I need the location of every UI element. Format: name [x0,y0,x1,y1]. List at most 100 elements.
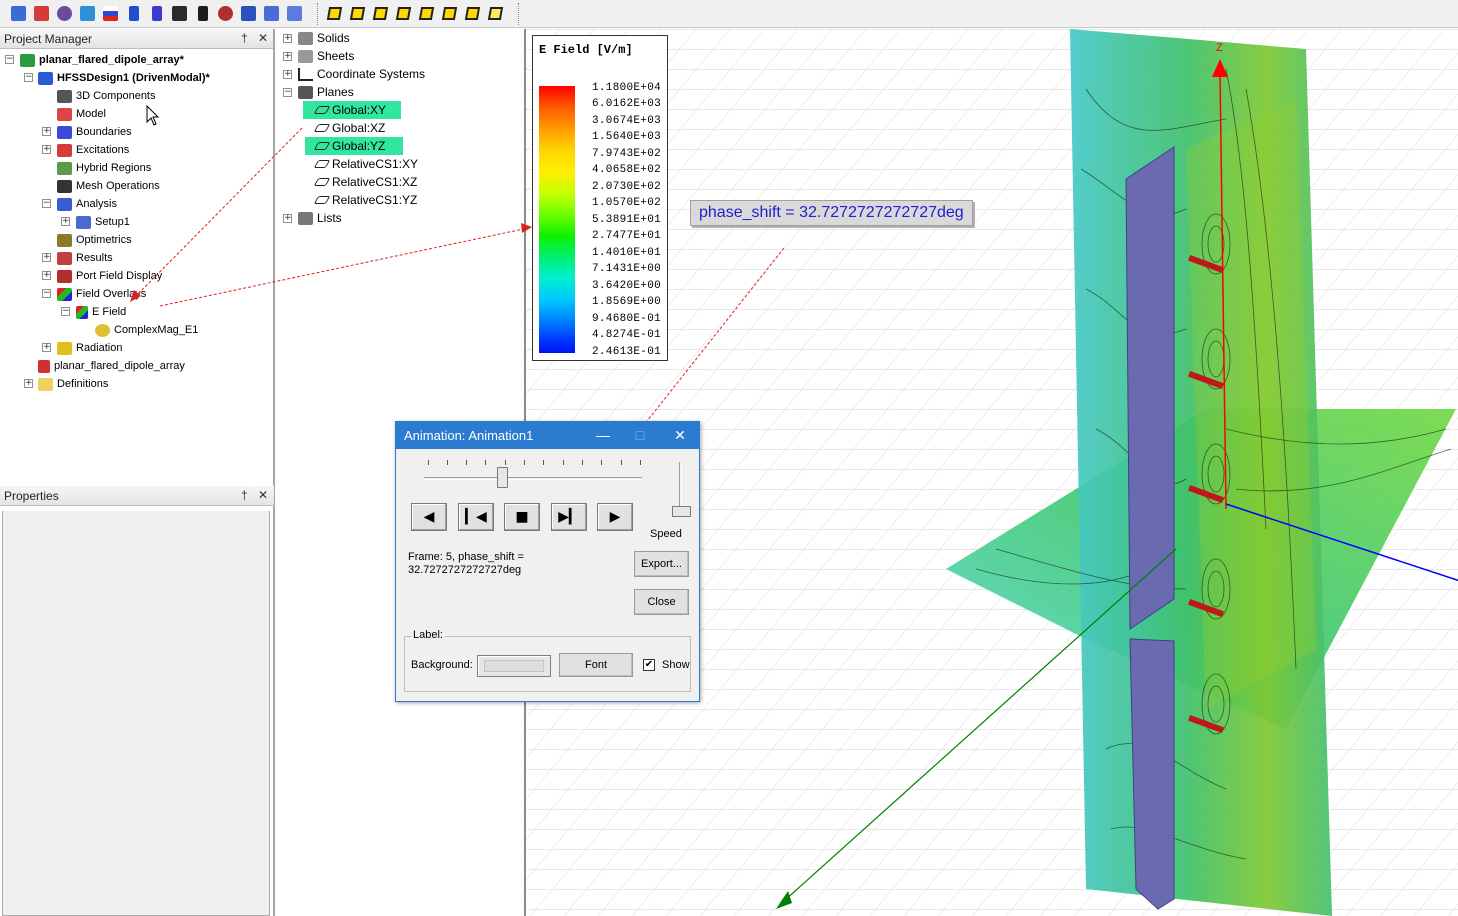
frame-slider-track[interactable] [424,477,642,480]
tree-item-hybrid-regions[interactable]: Hybrid Regions [57,159,151,177]
tree-item-mesh-operations[interactable]: Mesh Operations [57,177,160,195]
dialog-titlebar[interactable]: Animation: Animation1 — □ ✕ [396,422,699,449]
port-icon[interactable] [123,3,144,24]
field-legend[interactable]: E Field [V/m] 1.1800E+04 6.0162E+03 3.06… [532,35,668,361]
box-view-4-icon[interactable] [393,3,414,24]
tree-item-relativecs1-xz[interactable]: RelativeCS1:XZ [313,173,417,191]
frame-slider-thumb[interactable] [497,467,509,488]
expand-icon[interactable]: + [61,217,70,226]
tree-item-definitions[interactable]: Definitions [38,375,108,393]
tree-item-global-yz[interactable]: Global:YZ [305,137,403,155]
box-view-7-icon[interactable] [462,3,483,24]
overlay-2-icon[interactable] [284,3,305,24]
mesh-icon[interactable] [100,3,121,24]
project-manager-title: Project Manager [4,31,93,46]
collapse-icon[interactable]: − [283,88,292,97]
tree-item-pdf[interactable]: planar_flared_dipole_array [38,357,185,375]
background-color-button[interactable] [477,655,551,677]
tree-item-3d-components[interactable]: 3D Components [57,87,156,105]
speed-slider-thumb[interactable] [672,506,691,518]
tree-item-coordinate-systems[interactable]: Coordinate Systems [298,65,425,83]
close-icon[interactable]: ✕ [258,31,268,45]
cursor-icon [146,105,160,126]
tree-item-analysis[interactable]: Analysis [57,195,117,213]
box-view-1-icon[interactable] [324,3,345,24]
expand-icon[interactable]: + [42,271,51,280]
tree-item-solids[interactable]: Solids [298,29,350,47]
box-view-8-icon[interactable] [485,3,506,24]
tree-item-lists[interactable]: Lists [298,209,342,227]
tree-item-results[interactable]: Results [57,249,113,267]
tree-item-global-xz[interactable]: Global:XZ [313,119,385,137]
plot-icon[interactable] [238,3,259,24]
tree-item-excitations[interactable]: Excitations [57,141,129,159]
export-button[interactable]: Export... [634,551,689,577]
collapse-icon[interactable]: − [42,199,51,208]
tree-item-complexmag-e1[interactable]: ComplexMag_E1 [95,321,198,339]
expand-icon[interactable]: + [283,52,292,61]
expand-icon[interactable]: + [24,379,33,388]
expand-icon[interactable]: + [42,145,51,154]
pin-icon[interactable]: † [241,488,248,502]
tree-item-e-field[interactable]: E Field [76,303,126,321]
radiation-icon [57,341,72,355]
tree-item-sheets[interactable]: Sheets [298,47,354,65]
expand-icon[interactable]: + [42,343,51,352]
tree-item-design[interactable]: HFSSDesign1 (DrivenModal)* [38,69,210,87]
background-label: Background: [411,659,473,671]
tree-item-setup1[interactable]: Setup1 [76,213,130,231]
pin-icon[interactable]: † [241,31,248,45]
slider-tick [601,460,602,465]
box-view-6-icon[interactable] [439,3,460,24]
color-swatch [484,660,544,672]
tree-item-planes[interactable]: Planes [298,83,354,101]
collapse-icon[interactable]: − [24,73,33,82]
tree-item-relativecs1-xy[interactable]: RelativeCS1:XY [313,155,418,173]
minimize-icon[interactable]: — [592,425,614,445]
tree-item-model[interactable]: Model [57,105,106,123]
expand-icon[interactable]: + [283,34,292,43]
collapse-icon[interactable]: − [61,307,70,316]
tree-item-global-xy[interactable]: Global:XY [303,101,401,119]
field-icon[interactable] [215,3,236,24]
font-button[interactable]: Font [559,653,633,677]
collapse-icon[interactable]: − [5,55,14,64]
excitation-icon[interactable] [31,3,52,24]
hybrid-icon[interactable] [146,3,167,24]
show-checkbox[interactable]: ✔ [643,659,655,671]
step-forward-button[interactable]: ▶▎ [551,503,587,531]
radiation-icon[interactable] [54,3,75,24]
close-icon[interactable]: ✕ [258,488,268,502]
play-backward-button[interactable]: ◀ [411,503,447,531]
tree-item-relativecs1-yz[interactable]: RelativeCS1:YZ [313,191,417,209]
step-backward-button[interactable]: ▎◀ [458,503,494,531]
tree-item-boundaries[interactable]: Boundaries [57,123,132,141]
tree-item-field-overlays[interactable]: Field Overlays [57,285,146,303]
solve-icon[interactable] [169,3,190,24]
legend-value: 5.3891E+01 [592,214,662,226]
tree-item-port-field-display[interactable]: Port Field Display [57,267,162,285]
box-view-2-icon[interactable] [347,3,368,24]
box-view-3-icon[interactable] [370,3,391,24]
analysis-icon[interactable] [77,3,98,24]
panel-splitter[interactable] [273,29,275,916]
close-icon[interactable]: ✕ [669,425,691,445]
label-group-title: Label: [411,629,445,641]
tree-item-optimetrics[interactable]: Optimetrics [57,231,132,249]
tree-item-radiation[interactable]: Radiation [57,339,122,357]
phase-shift-label[interactable]: phase_shift = 32.7272727272727deg [690,200,973,226]
play-forward-button[interactable]: ▶ [597,503,633,531]
overlay-icon[interactable] [261,3,282,24]
collapse-icon[interactable]: − [42,289,51,298]
stop-button[interactable]: ■ [504,503,540,531]
tree-item-project[interactable]: planar_flared_dipole_array* [20,51,184,69]
box-view-5-icon[interactable] [416,3,437,24]
grid-icon[interactable] [192,3,213,24]
expand-icon[interactable]: + [42,253,51,262]
expand-icon[interactable]: + [283,214,292,223]
close-button[interactable]: Close [634,589,689,615]
box-array-icon[interactable] [8,3,29,24]
expand-icon[interactable]: + [283,70,292,79]
expand-icon[interactable]: + [42,127,51,136]
maximize-icon[interactable]: □ [629,425,651,445]
